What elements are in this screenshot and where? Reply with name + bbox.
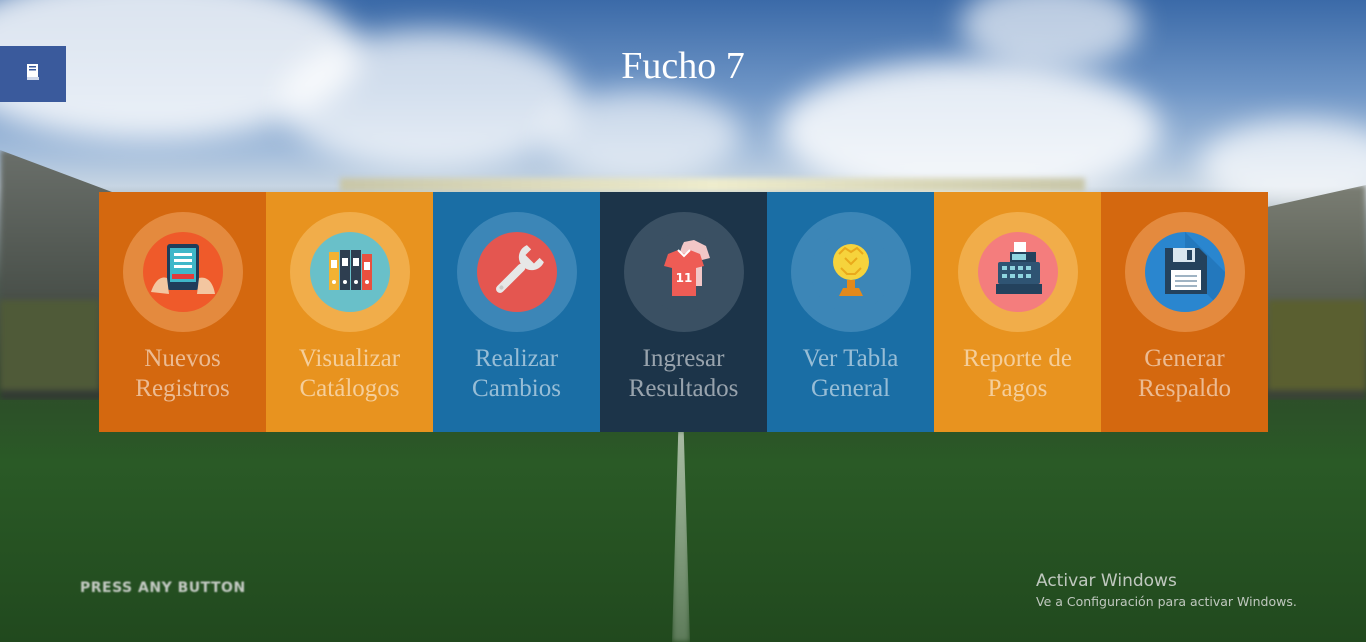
tile-reporte-de-pagos[interactable]: Reporte de Pagos — [934, 192, 1101, 432]
cash-register-icon — [995, 242, 1042, 294]
press-any-button-text: PRESS ANY BUTTON — [80, 580, 246, 596]
tile-label: Generar Respaldo — [1137, 345, 1232, 402]
tile-label: Nuevos Registros — [135, 345, 230, 402]
tile-generar-respaldo[interactable]: Generar Respaldo — [1101, 192, 1268, 432]
floppy-disk-icon — [1164, 232, 1225, 312]
tile-label: Realizar Cambios — [472, 345, 561, 402]
app-title: Fucho 7 — [621, 45, 745, 87]
wrench-icon — [495, 245, 544, 293]
tile-realizar-cambios[interactable]: Realizar Cambios — [433, 192, 600, 432]
tile-label: Visualizar Catálogos — [298, 345, 401, 402]
tile-label: Ver Tabla General — [802, 345, 899, 402]
tile-label: Reporte de Pagos — [963, 345, 1072, 402]
main-menu-tiles: Nuevos Registros Visualizar Catálogos Re… — [99, 192, 1268, 432]
trophy-icon — [832, 244, 869, 296]
watermark-subtitle: Ve a Configuración para activar Windows. — [1036, 594, 1297, 609]
windows-activation-watermark: Activar Windows Ve a Configuración para … — [1036, 571, 1297, 609]
tablet-register-icon — [150, 244, 215, 294]
tile-nuevos-registros[interactable]: Nuevos Registros — [99, 192, 266, 432]
tile-ver-tabla-general[interactable]: Ver Tabla General — [767, 192, 934, 432]
tile-visualizar-catalogos[interactable]: Visualizar Catálogos — [266, 192, 433, 432]
watermark-title: Activar Windows — [1036, 571, 1177, 591]
app-window: Fucho 7 Nuevos Registros Visualizar Catá… — [0, 0, 1366, 642]
svg-text:11: 11 — [675, 271, 692, 285]
tile-ingresar-resultados[interactable]: 11 Ingresar Resultados — [600, 192, 767, 432]
binders-icon — [328, 250, 372, 290]
tile-label: Ingresar Resultados — [628, 345, 739, 402]
jersey-icon: 11 — [663, 240, 710, 296]
